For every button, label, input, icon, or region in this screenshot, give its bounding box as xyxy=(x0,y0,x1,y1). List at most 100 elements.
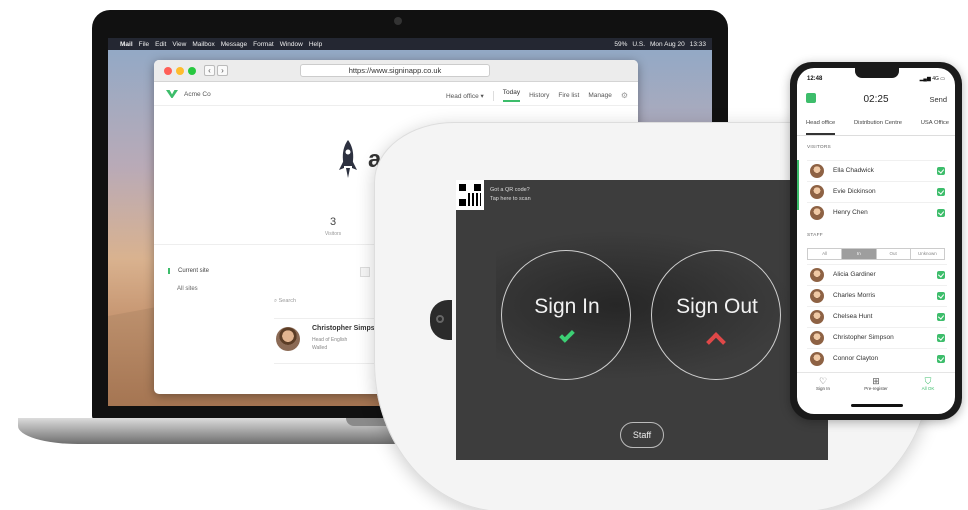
person-name: Henry Chen xyxy=(833,209,868,216)
menu-edit[interactable]: Edit xyxy=(155,41,166,48)
heart-icon: ♡ xyxy=(818,376,828,386)
person-name: Evie Dickinson xyxy=(833,188,876,195)
section-indicator xyxy=(797,160,799,210)
kiosk-screen: Got a QR code? Tap here to scan Sign In … xyxy=(456,180,828,460)
forward-button[interactable]: › xyxy=(217,65,228,76)
brand-logo-icon xyxy=(166,90,178,98)
avatar xyxy=(810,206,824,220)
qr-code-icon xyxy=(459,184,481,206)
checkbox[interactable] xyxy=(937,167,945,175)
filter-out[interactable]: Out xyxy=(877,249,911,259)
nav-pre-register-label: Pre-register xyxy=(864,386,888,391)
avatar xyxy=(276,327,300,351)
person-name: Chelsea Hunt xyxy=(833,313,873,320)
list-item[interactable]: Chelsea Hunt xyxy=(807,306,947,326)
signal-icon: ▂▄▆ 4G ▭ xyxy=(919,76,945,82)
filter-toggle[interactable] xyxy=(360,267,370,277)
menu-help[interactable]: Help xyxy=(309,41,322,48)
checkbox[interactable] xyxy=(937,355,945,363)
sidebar-item-current-site[interactable]: Current site xyxy=(168,268,209,274)
laptop-camera xyxy=(394,17,402,25)
list-item[interactable]: Connor Clayton xyxy=(807,348,947,368)
list-item[interactable]: Charles Morris xyxy=(807,285,947,305)
list-item[interactable]: Henry Chen xyxy=(807,202,947,222)
brand[interactable]: Acme Co xyxy=(166,90,211,98)
filter-all[interactable]: All xyxy=(808,249,843,259)
person-name: Charles Morris xyxy=(833,292,876,299)
avatar xyxy=(810,185,824,199)
nav-sign-in[interactable]: ♡ Sign In xyxy=(803,376,843,391)
maximize-window-button[interactable] xyxy=(188,67,196,75)
filter-in[interactable]: In xyxy=(842,249,877,259)
avatar xyxy=(810,331,824,345)
sign-out-label: Sign Out xyxy=(676,295,758,318)
home-indicator[interactable] xyxy=(851,404,903,407)
nav-fire-list[interactable]: Fire list xyxy=(558,92,579,99)
tab-usa-office[interactable]: USA Office xyxy=(921,120,949,135)
search-input[interactable]: ⌕ Search xyxy=(274,298,296,305)
plus-box-icon: ⊞ xyxy=(872,376,880,386)
nav-all-ok-label: All OK xyxy=(921,386,935,391)
person-name: Connor Clayton xyxy=(833,355,879,362)
send-button[interactable]: Send xyxy=(929,95,947,104)
macos-menubar: Mail File Edit View Mailbox Message Form… xyxy=(108,38,712,50)
address-bar[interactable]: https://www.signinapp.co.uk xyxy=(300,64,490,77)
avatar xyxy=(810,352,824,366)
nav-manage[interactable]: Manage xyxy=(588,92,612,99)
back-button[interactable]: ‹ xyxy=(204,65,215,76)
checkbox[interactable] xyxy=(937,292,945,300)
menubar-date: Mon Aug 20 xyxy=(650,40,685,48)
list-item[interactable]: Christopher Simpson xyxy=(807,327,947,347)
checkmark-icon xyxy=(559,327,575,343)
tab-head-office[interactable]: Head office xyxy=(806,120,836,135)
list-item[interactable]: Ella Chadwick xyxy=(807,160,947,180)
list-item[interactable]: Evie Dickinson xyxy=(807,181,947,201)
qr-prompt-title: Got a QR code? xyxy=(490,187,530,193)
person-name: Alicia Gardiner xyxy=(833,271,876,278)
sidebar-item-all-sites[interactable]: All sites xyxy=(177,286,198,292)
sign-in-label: Sign In xyxy=(534,295,600,318)
filter-unknown[interactable]: Unknown xyxy=(911,249,944,259)
checkbox[interactable] xyxy=(937,188,945,196)
gear-icon[interactable]: ⚙ xyxy=(621,91,628,100)
staff-button[interactable]: Staff xyxy=(620,422,664,448)
checkbox[interactable] xyxy=(937,313,945,321)
site-select[interactable]: Head office ▾ xyxy=(446,92,484,100)
nav-divider xyxy=(492,90,494,101)
checkbox[interactable] xyxy=(937,271,945,279)
sign-in-button[interactable]: Sign In xyxy=(501,250,631,380)
minimize-window-button[interactable] xyxy=(176,67,184,75)
tab-distribution-centre[interactable]: Distribution Centre xyxy=(854,120,902,135)
sign-out-button[interactable]: Sign Out xyxy=(651,250,781,380)
rocket-logo-icon xyxy=(339,140,357,178)
main-nav: Head office ▾ Today History Fire list Ma… xyxy=(446,89,628,102)
menu-format[interactable]: Format xyxy=(253,41,274,48)
menu-window[interactable]: Window xyxy=(280,41,303,48)
person-status: Walled xyxy=(312,345,328,351)
checkbox[interactable] xyxy=(937,334,945,342)
checkbox[interactable] xyxy=(937,209,945,217)
avatar xyxy=(810,164,824,178)
visitor-count: 3 xyxy=(329,216,337,228)
close-window-button[interactable] xyxy=(164,67,172,75)
qr-prompt-hint[interactable]: Tap here to scan xyxy=(490,196,531,202)
menu-mail[interactable]: Mail xyxy=(120,41,133,48)
battery-percent: 59% xyxy=(614,40,628,48)
browser-toolbar: ‹ › https://www.signinapp.co.uk xyxy=(154,60,638,82)
qr-scan-button[interactable] xyxy=(456,180,484,210)
menu-mailbox[interactable]: Mailbox xyxy=(192,41,214,48)
phone-screen: 12:48 ▂▄▆ 4G ▭ 02:25 Send Head office Di… xyxy=(797,68,955,414)
visitor-stat[interactable]: 3 Visitors xyxy=(318,216,348,237)
status-time: 12:48 xyxy=(807,76,823,82)
nav-today[interactable]: Today xyxy=(502,89,521,102)
menu-message[interactable]: Message xyxy=(221,41,247,48)
nav-pre-register[interactable]: ⊞ Pre-register xyxy=(856,376,896,391)
menu-file[interactable]: File xyxy=(139,41,149,48)
menu-view[interactable]: View xyxy=(172,41,186,48)
nav-all-ok[interactable]: ⛉ All OK xyxy=(908,376,948,391)
brand-name: Acme Co xyxy=(184,90,211,98)
nav-history[interactable]: History xyxy=(529,92,549,99)
menubar-status: 59% U.S. Mon Aug 20 13:33 xyxy=(614,41,706,48)
shield-check-icon: ⛉ xyxy=(924,376,932,386)
list-item[interactable]: Alicia Gardiner xyxy=(807,264,947,284)
